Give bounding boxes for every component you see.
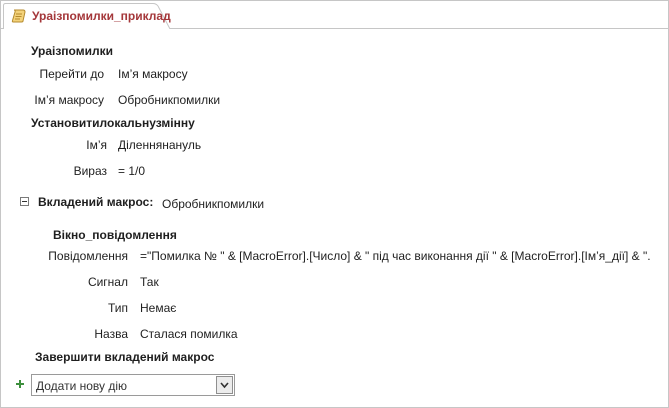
message-label: Повідомлення	[48, 249, 128, 263]
add-action-dropdown[interactable]: Додати нову дію	[31, 374, 235, 396]
var-name-value[interactable]: Діленнянануль	[118, 138, 201, 152]
onerror-action-header[interactable]: Ураізпомилки	[31, 44, 113, 58]
tab-title: Ураізпомилки_приклад	[32, 9, 171, 23]
collapse-submacro-icon[interactable]	[20, 197, 29, 206]
msgbox-action-header[interactable]: Вікно_повідомлення	[53, 228, 177, 242]
title-label: Назва	[94, 327, 128, 341]
submacro-name[interactable]: Обробникпомилки	[162, 197, 264, 211]
setlocalvar-action-header[interactable]: Установитилокальнузмінну	[31, 116, 195, 130]
chevron-down-icon	[220, 382, 229, 389]
goto-value[interactable]: Ім’я макросу	[118, 67, 188, 81]
document-tab[interactable]: Ураізпомилки_приклад	[3, 3, 171, 29]
macro-designer-window: Ураізпомилки_приклад Ураізпомилки Перейт…	[0, 0, 669, 408]
macro-name-label: Ім’я макросу	[34, 93, 104, 107]
document-tab-strip: Ураізпомилки_приклад	[1, 1, 668, 29]
message-value[interactable]: ="Помилка № " & [MacroError].[Число] & "…	[140, 249, 651, 263]
var-name-label: Ім’я	[86, 138, 107, 152]
beep-value[interactable]: Так	[140, 275, 159, 289]
submacro-label: Вкладений макрос:	[38, 195, 154, 209]
macro-body: Ураізпомилки Перейти до Ім’я макросу Ім’…	[1, 29, 668, 407]
title-value[interactable]: Сталася помилка	[140, 327, 238, 341]
type-value[interactable]: Немає	[140, 301, 176, 315]
expression-value[interactable]: = 1/0	[118, 164, 145, 178]
end-submacro-label: Завершити вкладений макрос	[35, 350, 215, 364]
beep-label: Сигнал	[87, 275, 128, 289]
add-action-plus-icon	[15, 379, 25, 389]
macro-scroll-icon	[11, 8, 27, 24]
expression-label: Вираз	[73, 164, 107, 178]
dropdown-button[interactable]	[216, 376, 233, 394]
type-label: Тип	[107, 301, 128, 315]
add-action-text: Додати нову дію	[36, 379, 128, 393]
macro-name-value[interactable]: Обробникпомилки	[118, 93, 220, 107]
goto-label: Перейти до	[39, 67, 104, 81]
